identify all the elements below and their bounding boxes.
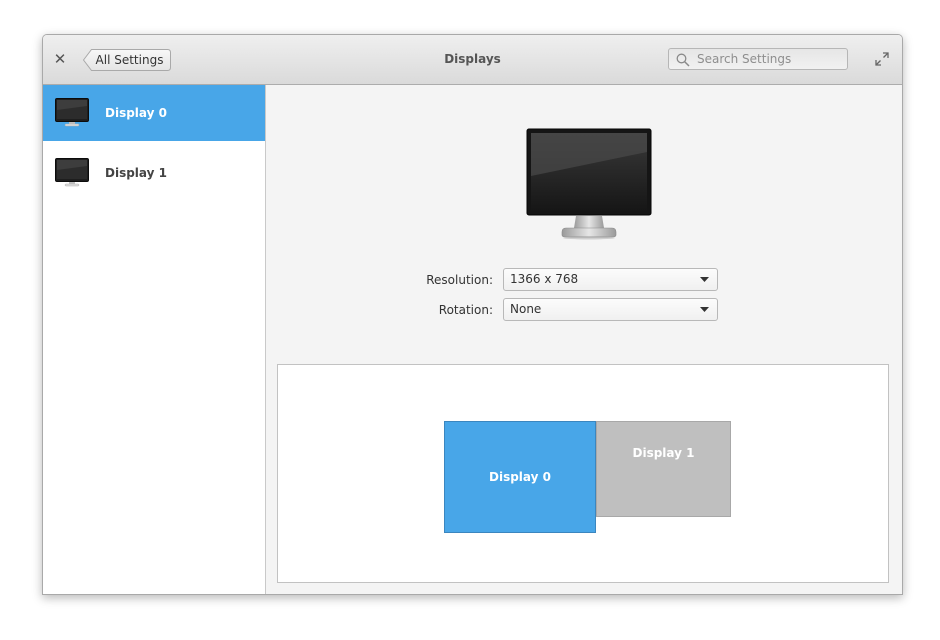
rotation-label: Rotation:: [438, 303, 493, 317]
rotation-value: None: [510, 302, 542, 316]
resolution-label: Resolution:: [426, 273, 493, 287]
display-settings-pane: Resolution: 1366 x 768 Rotation: None Di…: [266, 85, 902, 594]
maximize-icon[interactable]: [875, 52, 889, 66]
chevron-down-icon: [700, 277, 709, 282]
close-button[interactable]: ✕: [51, 48, 69, 70]
arrangement-display-1-label: Display 1: [632, 446, 695, 460]
search-box[interactable]: [668, 48, 848, 70]
chevron-down-icon: [700, 307, 709, 312]
sidebar-item-display-0[interactable]: Display 0: [43, 85, 265, 141]
resolution-dropdown[interactable]: 1366 x 768: [503, 268, 718, 291]
arrangement-display-0[interactable]: Display 0: [444, 421, 596, 533]
all-settings-label: All Settings: [95, 53, 164, 67]
close-icon: ✕: [53, 50, 67, 68]
sidebar-item-label: Display 0: [105, 106, 167, 120]
search-input[interactable]: [697, 50, 842, 68]
monitor-icon: [55, 98, 89, 127]
settings-window: ✕ All Settings Displays Search Settings …: [42, 34, 903, 595]
header-bar: ✕ All Settings Displays: [43, 35, 902, 85]
sidebar-item-display-1[interactable]: Display 1: [43, 145, 265, 201]
monitor-illustration: [526, 128, 652, 240]
monitor-icon: [55, 158, 89, 187]
arrangement-display-0-label: Display 0: [489, 470, 551, 484]
resolution-value: 1366 x 768: [510, 272, 579, 286]
rotation-dropdown[interactable]: None: [503, 298, 718, 321]
display-arrangement-area: Display 1 Display 0: [277, 364, 889, 583]
sidebar-item-label: Display 1: [105, 166, 167, 180]
arrangement-display-1[interactable]: Display 1: [596, 421, 731, 517]
sidebar: Display 0 Display 1: [43, 85, 266, 594]
search-icon: [676, 53, 690, 67]
